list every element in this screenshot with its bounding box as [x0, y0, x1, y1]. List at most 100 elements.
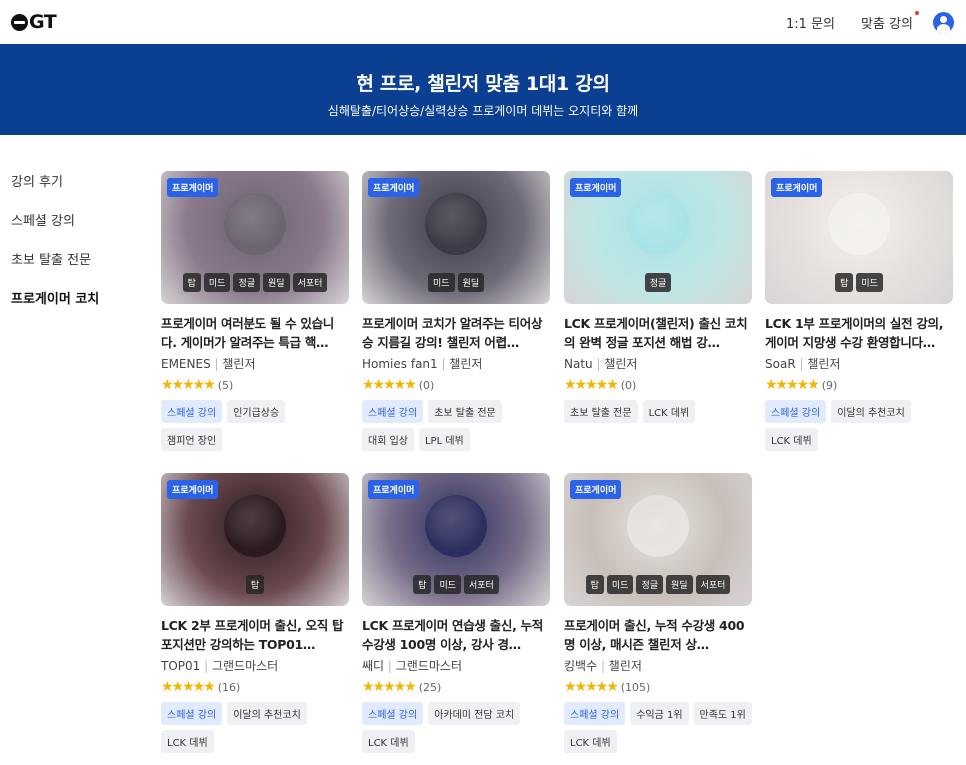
rating: ★★★★★ (16) — [161, 679, 349, 695]
coach-card[interactable]: 프로게이머탑 미드 서포터 LCK 프로게이머 연습생 출신, 누적 수강생 100명… — [362, 473, 550, 753]
pro-gamer-badge: 프로게이머 — [167, 480, 219, 499]
notification-dot — [915, 10, 919, 15]
coach-meta: Natu | 챌린저 — [564, 355, 752, 372]
rating: ★★★★★ (105) — [564, 679, 752, 695]
meta-divider: | — [210, 357, 223, 371]
custom-lecture-label: 맞춤 강의 — [861, 16, 913, 32]
coach-card[interactable]: 프로게이머미드 원딜프로게이머 코치가 알려주는 티어상승 지름길 강의! 챌린저… — [362, 171, 550, 451]
coach-tier: 그랜드마스터 — [211, 659, 279, 673]
inquiry-link[interactable]: 1:1 문의 — [786, 13, 835, 32]
coach-avatar — [627, 495, 689, 557]
top-nav: 1:1 문의 맞춤 강의 — [760, 10, 954, 33]
position-chips: 탑 미드 정글 원딜 서포터 — [161, 273, 349, 292]
meta-divider: | — [384, 659, 396, 673]
position-chip: 미드 — [203, 273, 231, 292]
star-rating-icon: ★★★★★ — [161, 377, 216, 393]
card-title[interactable]: 프로게이머 출신, 누적 수강생 400명 이상, 매시즌 챌린저 상… — [564, 616, 752, 654]
review-count: (25) — [418, 680, 442, 694]
card-thumbnail[interactable]: 프로게이머 탑 미드 정글 원딜 서포터 — [564, 473, 752, 606]
card-title[interactable]: LCK 2부 프로게이머 출신, 오직 탑 포지션만 강의하는 TOP01… — [161, 616, 349, 654]
card-title[interactable]: LCK 1부 프로게이머의 실전 강의, 게이머 지망생 수강 환영합니다… — [765, 314, 953, 352]
position-chips: 탑 미드 — [765, 273, 953, 292]
card-title[interactable]: 프로게이머 코치가 알려주는 티어상승 지름길 강의! 챌린저 어렵… — [362, 314, 550, 352]
category-sidebar: 강의 후기 스페셜 강의 초보 탈출 전문 프로게이머 코치 — [11, 175, 99, 331]
coach-card[interactable]: 프로게이머탑 LCK 2부 프로게이머 출신, 오직 탑 포지션만 강의하는 TO… — [161, 473, 349, 753]
coach-card[interactable]: 프로게이머 정글 LCK 프로게이머(챌린저) 출신 코치의 완벽 정글 포지션 해… — [564, 171, 752, 423]
sidebar-item-special[interactable]: 스페셜 강의 — [11, 214, 99, 253]
meta-divider: | — [200, 659, 212, 673]
card-tag: 이달의 추천코치 — [831, 400, 911, 423]
custom-lecture-link[interactable]: 맞춤 강의 — [861, 10, 919, 32]
coach-meta: TOP01 | 그랜드마스터 — [161, 657, 349, 674]
card-tag: 스페셜 강의 — [765, 400, 827, 423]
logo[interactable]: GT — [11, 11, 57, 33]
pro-gamer-badge: 프로게이머 — [771, 178, 823, 197]
star-rating-icon: ★★★★★ — [362, 679, 417, 695]
position-chip: 탑 — [835, 273, 854, 292]
meta-divider: | — [597, 659, 609, 673]
card-tag: 초보 탈출 전문 — [428, 400, 502, 423]
star-rating-icon: ★★★★★ — [564, 377, 619, 393]
pro-gamer-badge: 프로게이머 — [167, 178, 219, 197]
coach-tier: 챌린저 — [604, 357, 638, 371]
position-chip: 서포터 — [464, 575, 499, 594]
top-bar: GT 1:1 문의 맞춤 강의 — [0, 0, 966, 44]
card-tags: 스페셜 강의 아카데미 전담 코치 LCK 데뷔 — [362, 702, 550, 753]
card-tag: 아카데미 전담 코치 — [428, 702, 521, 725]
card-thumbnail[interactable]: 프로게이머탑 — [161, 473, 349, 606]
coach-card[interactable]: 프로게이머 탑 미드 정글 원딜 서포터프로게이머 출신, 누적 수강생 400명 이상,… — [564, 473, 752, 753]
card-tag: LCK 데뷔 — [765, 428, 818, 451]
rating: ★★★★★ (0) — [362, 377, 550, 393]
sidebar-item-pro-coach[interactable]: 프로게이머 코치 — [11, 292, 99, 331]
card-tags: 스페셜 강의 수익금 1위 만족도 1위 LCK 데뷔 — [564, 702, 752, 753]
pro-gamer-badge: 프로게이머 — [368, 480, 420, 499]
position-chip: 미드 — [427, 273, 455, 292]
sidebar-item-beginner[interactable]: 초보 탈출 전문 — [11, 253, 99, 292]
card-thumbnail[interactable]: 프로게이머 정글 — [564, 171, 752, 304]
card-tag: 만족도 1위 — [693, 702, 752, 725]
review-count: (16) — [217, 680, 241, 694]
position-chip: 미드 — [606, 575, 634, 594]
card-title[interactable]: 프로게이머 여러분도 될 수 있습니다. 게이머가 알려주는 특급 핵… — [161, 314, 349, 352]
coach-avatar — [425, 495, 487, 557]
card-title[interactable]: LCK 프로게이머(챌린저) 출신 코치의 완벽 정글 포지션 해법 강… — [564, 314, 752, 352]
sidebar-item-reviews[interactable]: 강의 후기 — [11, 175, 99, 214]
card-thumbnail[interactable]: 프로게이머탑 미드 정글 원딜 서포터 — [161, 171, 349, 304]
coach-meta: 쌔디 | 그랜드마스터 — [362, 657, 550, 674]
coach-card[interactable]: 프로게이머탑 미드 LCK 1부 프로게이머의 실전 강의, 게이머 지망생 수강 … — [765, 171, 953, 451]
coach-meta: 킹백수 | 챌린저 — [564, 657, 752, 674]
coach-name: Homies fan1 — [362, 357, 438, 371]
pro-gamer-badge: 프로게이머 — [368, 178, 420, 197]
coach-tier: 챌린저 — [449, 357, 483, 371]
review-count: (9) — [821, 378, 838, 392]
logo-ball-icon — [11, 13, 28, 31]
star-rating-icon: ★★★★★ — [564, 679, 619, 695]
card-tags: 스페셜 강의 인기급상승 챔피언 장인 — [161, 400, 349, 451]
position-chip: 탑 — [585, 575, 604, 594]
position-chip: 탑 — [413, 575, 432, 594]
star-rating-icon: ★★★★★ — [161, 679, 216, 695]
position-chip: 정글 — [233, 273, 260, 292]
coach-avatar — [425, 193, 487, 255]
card-thumbnail[interactable]: 프로게이머탑 미드 서포터 — [362, 473, 550, 606]
coach-name: Natu — [564, 357, 593, 371]
coach-name: TOP01 — [161, 659, 201, 673]
star-rating-icon: ★★★★★ — [362, 377, 417, 393]
card-title[interactable]: LCK 프로게이머 연습생 출신, 누적 수강생 100명 이상, 강사 경… — [362, 616, 550, 654]
card-thumbnail[interactable]: 프로게이머탑 미드 — [765, 171, 953, 304]
card-tag: 이달의 추천코치 — [227, 702, 307, 725]
coach-tier: 챌린저 — [807, 357, 841, 371]
logo-text: GT — [29, 11, 57, 33]
coach-name: 킹백수 — [564, 659, 598, 673]
position-chips: 미드 원딜 — [362, 273, 550, 292]
position-chips: 탑 — [161, 575, 349, 594]
card-tag: 인기급상승 — [227, 400, 286, 423]
card-tag: LCK 데뷔 — [564, 730, 617, 753]
user-account-icon[interactable] — [933, 11, 954, 33]
rating: ★★★★★ (9) — [765, 377, 953, 393]
coach-name: EMENES — [161, 357, 211, 371]
coach-card[interactable]: 프로게이머탑 미드 정글 원딜 서포터프로게이머 여러분도 될 수 있습니다. 게이머가… — [161, 171, 349, 451]
card-thumbnail[interactable]: 프로게이머미드 원딜 — [362, 171, 550, 304]
position-chip: 미드 — [434, 575, 461, 594]
position-chip: 원딜 — [666, 575, 693, 594]
